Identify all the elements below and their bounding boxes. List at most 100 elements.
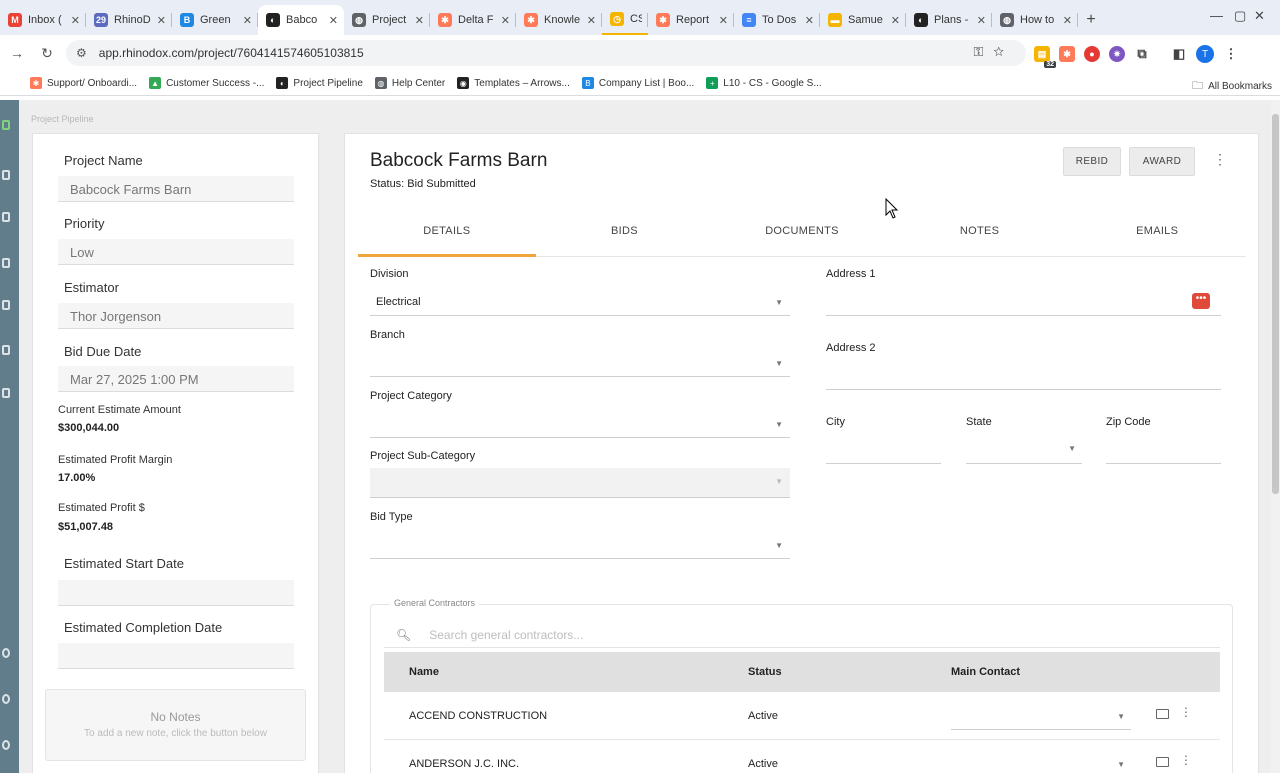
start-date-field[interactable]	[58, 580, 294, 606]
project-name-field[interactable]: Babcock Farms Barn	[58, 176, 294, 202]
nav-pipeline-icon[interactable]	[2, 170, 10, 180]
address-lookup-icon[interactable]: •••	[1192, 293, 1210, 309]
bid-type-select[interactable]: ▼	[370, 535, 790, 559]
bookmark-item[interactable]: ✱ Support/ Onboardi...	[30, 77, 137, 89]
division-select[interactable]: Electrical ▼	[370, 292, 790, 316]
close-tab-icon[interactable]: ✕	[587, 14, 596, 27]
close-tab-icon[interactable]: ✕	[719, 14, 728, 27]
zip-field[interactable]	[1106, 444, 1221, 464]
close-window-icon[interactable]: ✕	[1254, 8, 1265, 24]
close-tab-icon[interactable]: ✕	[977, 14, 986, 27]
browser-tab[interactable]: ✱ Delta F ✕	[430, 5, 516, 35]
close-tab-icon[interactable]: ✕	[891, 14, 900, 27]
password-key-icon[interactable]: ⚿☆	[973, 44, 1014, 60]
more-options-icon[interactable]: ⋮	[1213, 151, 1227, 168]
bookmark-item[interactable]: ◍ Help Center	[374, 77, 445, 89]
nav-reports-icon[interactable]	[2, 345, 10, 355]
forward-icon[interactable]: →	[3, 45, 31, 61]
browser-tab[interactable]: ≡ To Dos ✕	[734, 5, 820, 35]
page-scrollbar[interactable]	[1271, 100, 1280, 773]
tab-notes[interactable]: NOTES	[891, 212, 1069, 256]
side-panel-icon[interactable]: ◧	[1171, 46, 1187, 62]
all-bookmarks[interactable]: 🗀 All Bookmarks	[1192, 77, 1272, 96]
url-field[interactable]: ⚙ app.rhinodox.com/project/7604141574605…	[66, 40, 1026, 66]
browser-tab[interactable]: ◍ How to ✕	[992, 5, 1078, 35]
main-contact-select[interactable]: ▼	[951, 704, 1131, 730]
browser-tab[interactable]: ◍ Project ✕	[344, 5, 430, 35]
browser-tab[interactable]: ✱ Knowle ✕	[516, 5, 602, 35]
address1-field[interactable]	[826, 296, 1221, 316]
estimator-field[interactable]: Thor Jorgenson	[58, 303, 294, 329]
column-main-contact[interactable]: Main Contact	[951, 666, 1020, 678]
nav-projects-icon[interactable]	[2, 212, 10, 222]
tab-bids[interactable]: BIDS	[536, 212, 714, 256]
browser-tab[interactable]: B Green ✕	[172, 5, 258, 35]
column-name[interactable]: Name	[409, 666, 439, 678]
column-status[interactable]: Status	[748, 666, 782, 678]
branch-select[interactable]: ▼	[370, 353, 790, 377]
project-category-select[interactable]: ▼	[370, 414, 790, 438]
extension-hubspot-icon[interactable]: ✱	[1059, 46, 1075, 62]
award-button[interactable]: AWARD	[1129, 147, 1195, 176]
project-subcategory-select[interactable]: ▼	[370, 468, 790, 498]
minimize-icon[interactable]: —	[1210, 8, 1223, 23]
extension-folder-icon[interactable]: ▤ 32	[1034, 46, 1056, 68]
site-info-icon[interactable]: ⚙	[76, 46, 87, 60]
table-row[interactable]: ANDERSON J.C. INC. Active ▼ ⋮	[384, 740, 1220, 773]
browser-tab[interactable]: 29 RhinoD ✕	[86, 5, 172, 35]
tab-emails[interactable]: EMAILS	[1068, 212, 1246, 256]
menu-kebab-icon[interactable]: ⋮	[1223, 46, 1239, 62]
nav-docs-icon[interactable]	[2, 258, 10, 268]
reload-icon[interactable]: ↻	[33, 45, 61, 62]
extensions-puzzle-icon[interactable]: ⧉	[1134, 46, 1150, 62]
contact-card-icon[interactable]	[1156, 709, 1169, 719]
tab-documents[interactable]: DOCUMENTS	[713, 212, 891, 256]
main-contact-select[interactable]: ▼	[951, 752, 1131, 773]
breadcrumb[interactable]: Project Pipeline	[31, 114, 94, 124]
browser-tab[interactable]: ▬ Samue ✕	[820, 5, 906, 35]
close-tab-icon[interactable]: ✕	[1063, 14, 1072, 27]
row-more-icon[interactable]: ⋮	[1180, 753, 1192, 767]
maximize-icon[interactable]: ▢	[1234, 8, 1246, 24]
new-tab-icon[interactable]: +	[1078, 5, 1104, 35]
bookmark-item[interactable]: ◐ Project Pipeline	[276, 77, 363, 89]
browser-tab[interactable]: ◐ Babco ✕	[258, 5, 344, 35]
bookmark-item[interactable]: ▲ Customer Success -...	[149, 77, 264, 89]
close-tab-icon[interactable]: ✕	[329, 14, 338, 27]
gc-search-input[interactable]: 🔍︎ Search general contractors...	[384, 622, 1220, 648]
close-tab-icon[interactable]: ✕	[71, 14, 80, 27]
priority-field[interactable]: Low	[58, 239, 294, 265]
city-field[interactable]	[826, 444, 941, 464]
extension-red-icon[interactable]: ●	[1084, 46, 1100, 62]
nav-contacts-icon[interactable]	[2, 300, 10, 310]
table-row[interactable]: ACCEND CONSTRUCTION Active ▼ ⋮	[384, 692, 1220, 740]
close-tab-icon[interactable]: ✕	[805, 14, 814, 27]
close-tab-icon[interactable]: ✕	[501, 14, 510, 27]
close-tab-icon[interactable]: ✕	[415, 14, 424, 27]
bid-due-date-field[interactable]: Mar 27, 2025 1:00 PM	[58, 366, 294, 392]
close-tab-icon[interactable]: ✕	[243, 14, 252, 27]
completion-date-field[interactable]	[58, 643, 294, 669]
profile-avatar[interactable]: T	[1196, 45, 1214, 63]
nav-home-icon[interactable]	[2, 120, 10, 130]
close-tab-icon[interactable]: ✕	[157, 14, 166, 27]
nav-settings-icon[interactable]	[2, 694, 10, 704]
nav-help-icon[interactable]	[2, 648, 10, 658]
browser-tab[interactable]: M Inbox (✕	[0, 5, 86, 35]
browser-tab[interactable]: ✱ Report ✕	[648, 5, 734, 35]
contact-card-icon[interactable]	[1156, 757, 1169, 767]
bookmark-item[interactable]: B Company List | Boo...	[581, 77, 694, 89]
bookmark-item[interactable]: + L10 - CS - Google S...	[706, 77, 822, 89]
nav-calendar-icon[interactable]	[2, 388, 10, 398]
rebid-button[interactable]: REBID	[1063, 147, 1121, 176]
browser-tab[interactable]: ◷ CS	[602, 5, 648, 35]
nav-user-icon[interactable]	[2, 740, 10, 750]
address2-field[interactable]	[826, 370, 1221, 390]
browser-tab[interactable]: ◐ Plans - ✕	[906, 5, 992, 35]
extension-gear-icon[interactable]: ✷	[1109, 46, 1125, 62]
bookmark-item[interactable]: ◉ Templates – Arrows...	[457, 77, 570, 89]
tab-details[interactable]: DETAILS	[358, 212, 536, 257]
row-more-icon[interactable]: ⋮	[1180, 705, 1192, 719]
scrollbar-thumb[interactable]	[1272, 114, 1279, 494]
state-select[interactable]: ▼	[966, 444, 1082, 464]
